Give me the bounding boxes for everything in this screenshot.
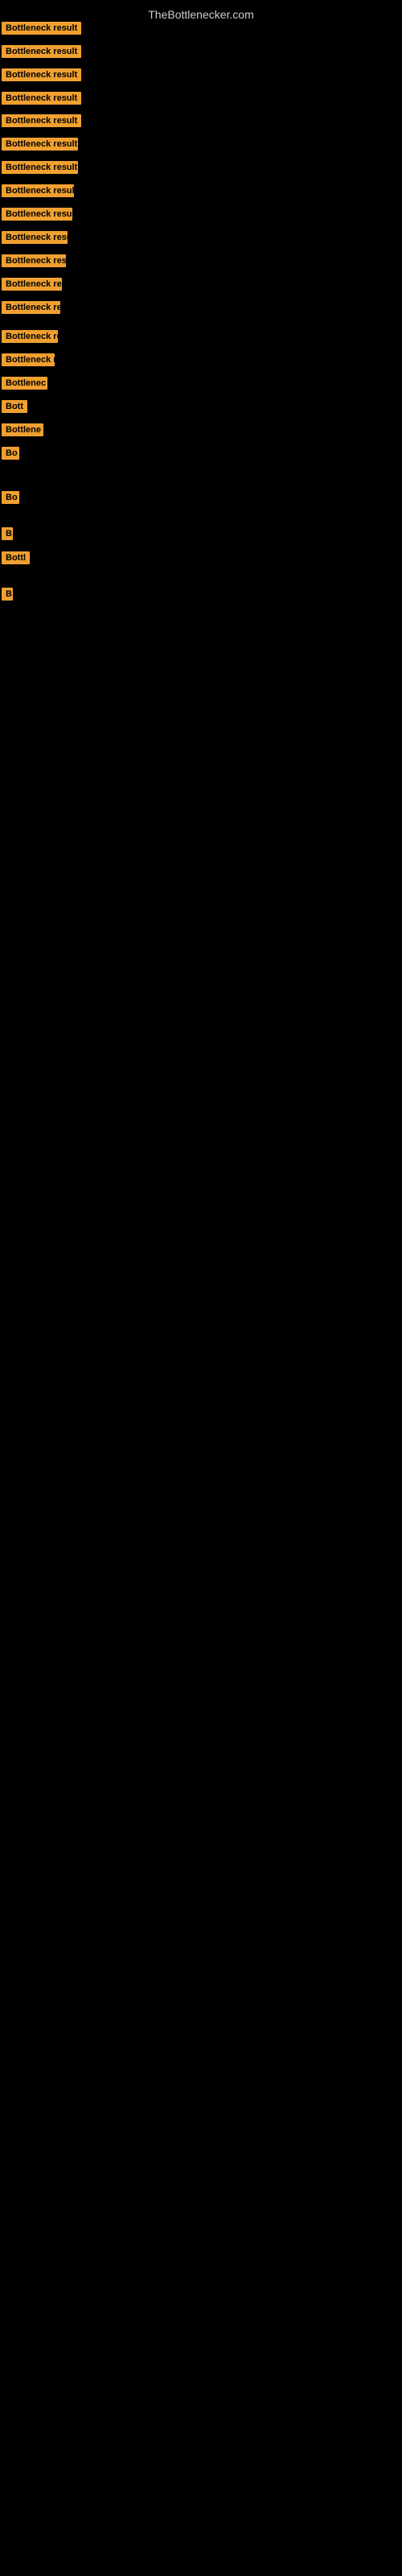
bottleneck-badge: Bottleneck result [2,184,74,197]
bottleneck-badge-container: Bottleneck result [2,45,81,62]
bottleneck-badge: Bottleneck result [2,330,58,343]
bottleneck-badge: Bottleneck result [2,92,81,105]
bottleneck-badge-container: Bottleneck result [2,114,81,131]
bottleneck-badge: B [2,588,13,601]
bottleneck-badge: Bottl [2,551,30,564]
bottleneck-badge: Bottleneck res [2,301,60,314]
bottleneck-badge: Bottleneck result [2,22,81,35]
bottleneck-badge-container: Bottleneck result [2,161,78,178]
bottleneck-badge-container: B [2,527,13,544]
bottleneck-badge-container: Bottlene [2,423,43,440]
bottleneck-badge-container: Bottleneck result [2,92,81,109]
bottleneck-badge: Bottleneck result [2,114,81,127]
bottleneck-badge: Bottleneck resul [2,231,68,244]
bottleneck-badge: Bottleneck re [2,353,55,366]
bottleneck-badge: Bottleneck result [2,68,81,81]
bottleneck-badge-container: Bottleneck result [2,184,74,201]
bottleneck-badge-container: Bottleneck re [2,353,55,370]
bottleneck-badge-container: Bottleneck resul [2,254,66,271]
bottleneck-badge-container: Bottleneck result [2,330,58,347]
bottleneck-badge-container: Bottleneck result [2,22,81,39]
bottleneck-badge-container: Bottlenec [2,377,47,394]
bottleneck-badge-container: Bottleneck resul [2,231,68,248]
bottleneck-badge-container: Bo [2,447,19,464]
bottleneck-badge: Bo [2,447,19,460]
bottleneck-badge: Bottleneck result [2,45,81,58]
bottleneck-badge-container: Bottl [2,551,30,568]
bottleneck-badge: Bottleneck res [2,278,62,291]
bottleneck-badge: Bottleneck result [2,208,72,221]
bottleneck-badge: Bottlene [2,423,43,436]
bottleneck-badge-container: Bottleneck result [2,138,78,155]
bottleneck-badge: Bottleneck result [2,161,78,174]
bottleneck-badge-container: Bottleneck result [2,68,81,85]
bottleneck-badge-container: Bo [2,491,19,508]
bottleneck-badge-container: Bott [2,400,27,417]
bottleneck-badge-container: B [2,588,13,605]
bottleneck-badge: Bottleneck result [2,138,78,151]
bottleneck-badge-container: Bottleneck res [2,278,62,295]
bottleneck-badge: Bo [2,491,19,504]
bottleneck-badge-container: Bottleneck res [2,301,60,318]
bottleneck-badge: Bott [2,400,27,413]
bottleneck-badge: Bottleneck resul [2,254,66,267]
bottleneck-badge-container: Bottleneck result [2,208,72,225]
bottleneck-badge: B [2,527,13,540]
bottleneck-badge: Bottlenec [2,377,47,390]
